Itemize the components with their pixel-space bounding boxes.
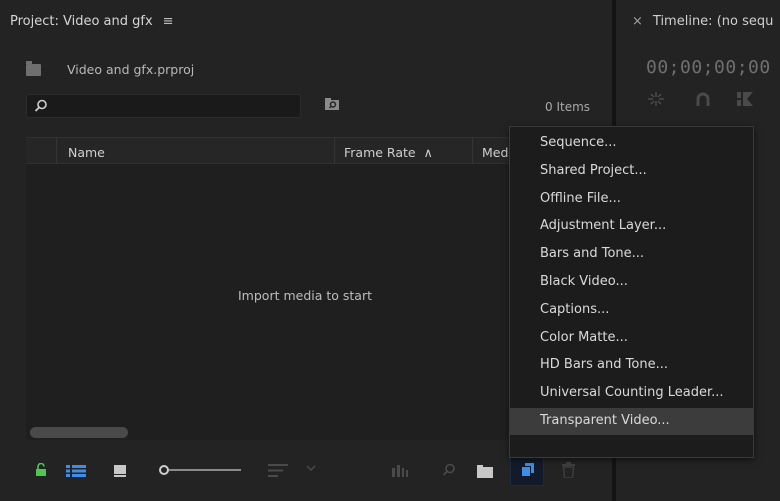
menu-item-transparent-video[interactable]: Transparent Video... <box>510 408 753 435</box>
timeline-title: Timeline: (no sequ <box>652 14 774 29</box>
sort-ascending-icon: ∧ <box>423 145 433 160</box>
automate-to-sequence-icon[interactable] <box>392 465 410 477</box>
new-bin-icon[interactable] <box>477 465 493 478</box>
folder-up-icon[interactable] <box>26 60 41 76</box>
nest-sequence-icon[interactable] <box>648 92 664 106</box>
zoom-slider[interactable] <box>159 464 241 476</box>
zoom-slider-handle[interactable] <box>159 465 169 475</box>
zoom-slider-track[interactable] <box>169 469 241 471</box>
new-item-icon <box>522 463 534 476</box>
column-header-media[interactable]: Med <box>482 145 508 160</box>
project-file-row: Video and gfx.prproj <box>26 60 195 77</box>
search-input[interactable] <box>53 97 293 115</box>
trash-icon[interactable] <box>562 462 575 478</box>
playhead-timecode[interactable]: 00;00;00;00 <box>646 57 771 78</box>
menu-item-shared-project[interactable]: Shared Project... <box>510 158 753 185</box>
find-icon[interactable] <box>442 463 456 477</box>
project-file-name: Video and gfx.prproj <box>67 62 195 77</box>
column-header-name[interactable]: Name <box>68 145 105 160</box>
menu-item-bars-and-tone[interactable]: Bars and Tone... <box>510 241 753 268</box>
project-panel-title[interactable]: Project: Video and gfx ≡ <box>10 14 174 29</box>
search-icon <box>34 99 47 112</box>
menu-item-adjustment-layer[interactable]: Adjustment Layer... <box>510 213 753 240</box>
frame-rate-label: Frame Rate <box>344 145 416 160</box>
linked-selection-icon[interactable] <box>737 92 753 106</box>
lock-icon[interactable] <box>35 463 47 477</box>
list-view-icon[interactable] <box>66 465 86 477</box>
menu-item-color-matte[interactable]: Color Matte... <box>510 325 753 352</box>
empty-message: Import media to start <box>238 288 373 303</box>
timeline-tab[interactable]: × Timeline: (no sequ <box>632 14 773 29</box>
panel-menu-icon[interactable]: ≡ <box>163 14 174 29</box>
horizontal-scrollbar[interactable] <box>30 427 128 438</box>
icon-view-icon[interactable] <box>114 465 126 477</box>
items-count: 0 Items <box>545 100 591 114</box>
column-header-frame-rate[interactable]: Frame Rate ∧ <box>344 145 433 160</box>
menu-item-captions[interactable]: Captions... <box>510 297 753 324</box>
menu-item-offline-file[interactable]: Offline File... <box>510 186 753 213</box>
snap-magnet-icon[interactable] <box>696 92 710 106</box>
menu-item-hd-bars-and-tone[interactable]: HD Bars and Tone... <box>510 352 753 379</box>
menu-item-black-video[interactable]: Black Video... <box>510 269 753 296</box>
new-item-menu: Sequence... Shared Project... Offline File… <box>509 126 754 458</box>
menu-item-universal-counting-leader[interactable]: Universal Counting Leader... <box>510 380 753 407</box>
chevron-down-icon[interactable] <box>306 465 316 472</box>
column-divider[interactable] <box>472 138 473 163</box>
new-search-bin-icon[interactable] <box>324 97 340 111</box>
sort-icon[interactable] <box>268 464 288 477</box>
column-divider[interactable] <box>334 138 335 163</box>
project-title-text: Project: Video and gfx <box>10 14 153 29</box>
close-icon[interactable]: × <box>632 14 643 29</box>
menu-item-sequence[interactable]: Sequence... <box>510 130 753 157</box>
column-divider[interactable] <box>56 138 57 163</box>
search-box[interactable] <box>26 94 301 118</box>
